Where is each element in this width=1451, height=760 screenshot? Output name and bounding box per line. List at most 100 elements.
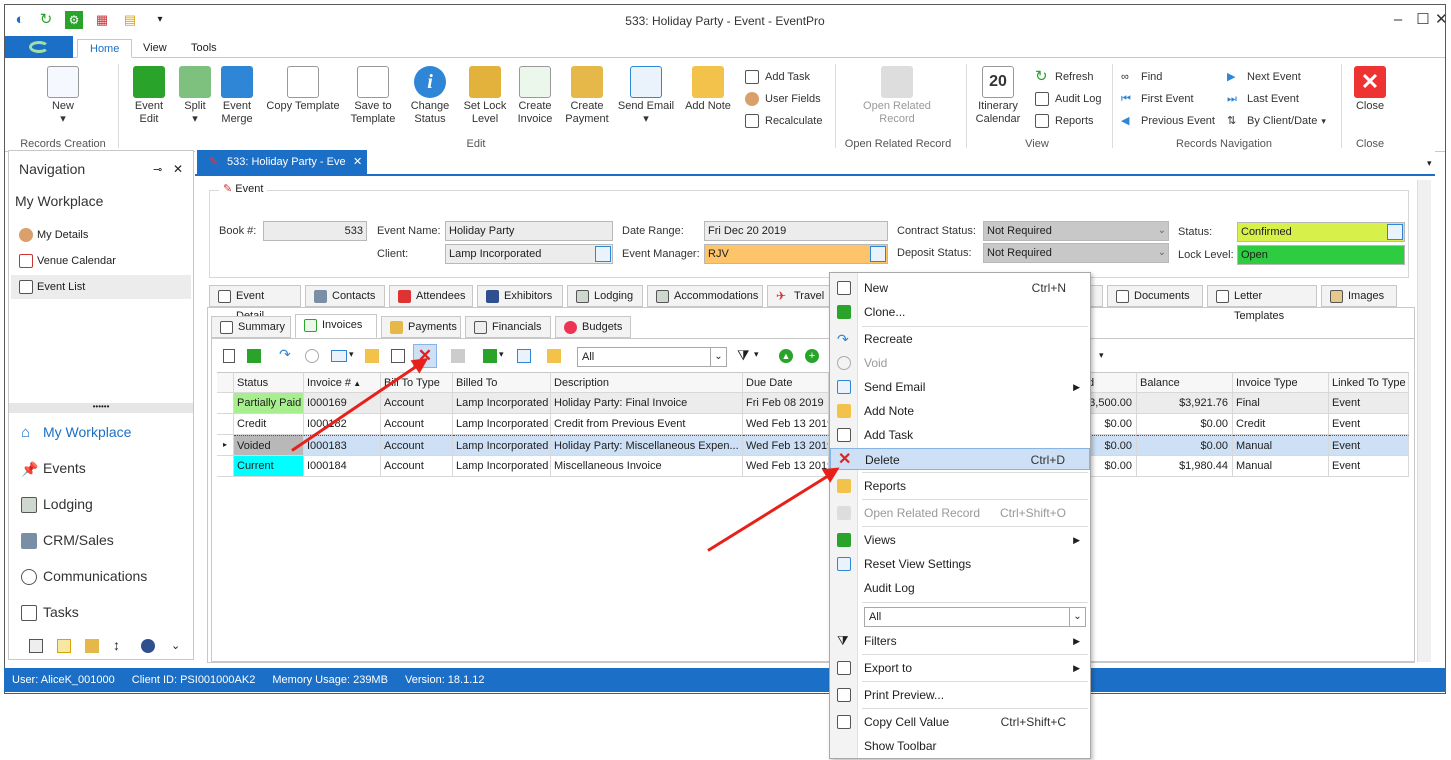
audit-log-icon[interactable]: [547, 349, 561, 363]
calculator-icon[interactable]: [29, 639, 43, 653]
refresh-button[interactable]: ↻ Refresh: [1035, 68, 1094, 86]
save-to-template-button[interactable]: Save to Template: [349, 66, 397, 126]
tab-travel[interactable]: ✈ Travel: [767, 285, 831, 307]
lookup-icon[interactable]: [870, 246, 886, 262]
reset-view-icon[interactable]: [517, 349, 531, 363]
note-icon[interactable]: [365, 349, 379, 363]
note-icon[interactable]: [57, 639, 71, 653]
task-icon[interactable]: [391, 349, 405, 363]
tab-accommodations[interactable]: Accommodations: [647, 285, 763, 307]
menu-item-void[interactable]: Void: [830, 352, 1090, 374]
tab-letter-templates[interactable]: Letter Templates: [1207, 285, 1317, 322]
filter-icon[interactable]: ⧩: [737, 347, 750, 364]
views-icon[interactable]: [483, 349, 497, 363]
contract-status-select[interactable]: Not Required ⌄: [983, 221, 1169, 241]
lookup-icon[interactable]: [1387, 224, 1403, 240]
tab-invoices[interactable]: Invoices: [295, 314, 377, 338]
tab-event-detail[interactable]: Event Detail: [209, 285, 301, 322]
date-range-field[interactable]: Fri Dec 20 2019: [704, 221, 888, 241]
globe-icon[interactable]: [141, 639, 155, 653]
filter-select[interactable]: All ⌄: [577, 347, 727, 367]
add-circle-icon[interactable]: +: [805, 349, 819, 363]
pin-icon[interactable]: ⊸: [153, 163, 162, 176]
new-button[interactable]: New ▾: [41, 66, 85, 126]
change-status-button[interactable]: i Change Status: [407, 66, 453, 126]
column-header[interactable]: Due Date: [743, 372, 829, 393]
menu-item-print-preview[interactable]: Print Preview...: [830, 684, 1090, 706]
tab-financials[interactable]: Financials: [465, 316, 551, 338]
tab-payments[interactable]: Payments: [381, 316, 461, 338]
column-header[interactable]: Linked To Type: [1329, 372, 1409, 393]
event-manager-field[interactable]: RJV: [704, 244, 888, 264]
reports-button[interactable]: Reports: [1035, 112, 1094, 130]
tab-attendees[interactable]: Attendees: [389, 285, 473, 307]
tab-view[interactable]: View: [131, 39, 179, 58]
menu-item-open-related-record[interactable]: Open Related Record Ctrl+Shift+O: [830, 502, 1090, 524]
minimize-button[interactable]: –: [1386, 11, 1410, 29]
recalculate-button[interactable]: Recalculate: [745, 112, 822, 130]
create-invoice-button[interactable]: Create Invoice: [513, 66, 557, 126]
client-field[interactable]: Lamp Incorporated: [445, 244, 613, 264]
column-header[interactable]: Billed To: [453, 372, 551, 393]
table-row[interactable]: Partially Paid I000169 Account Lamp Incorpo…: [217, 393, 1409, 414]
column-header[interactable]: d: [1085, 372, 1137, 393]
tab-home[interactable]: Home: [77, 39, 133, 58]
tab-budgets[interactable]: Budgets: [555, 316, 631, 338]
new-icon[interactable]: [223, 349, 235, 363]
nav-item-my-details[interactable]: My Details: [11, 223, 191, 247]
clone-icon[interactable]: [247, 349, 261, 363]
first-event-button[interactable]: ⏮ First Event: [1121, 90, 1194, 108]
reports-icon[interactable]: [451, 349, 465, 363]
tab-exhibitors[interactable]: Exhibitors: [477, 285, 563, 307]
move-up-icon[interactable]: ▲: [779, 349, 793, 363]
deposit-status-select[interactable]: Not Required ⌄: [983, 243, 1169, 263]
sort-icon[interactable]: ↕: [113, 637, 120, 653]
nav-lodging[interactable]: Lodging: [11, 489, 93, 519]
splitter-handle[interactable]: ••••••: [9, 403, 193, 413]
recreate-icon[interactable]: ↷: [279, 346, 291, 363]
payment-icon[interactable]: [85, 639, 99, 653]
menu-item-add-note[interactable]: Add Note: [830, 400, 1090, 422]
dropdown-arrow[interactable]: ▾: [349, 349, 354, 360]
dropdown-arrow[interactable]: ▾: [499, 349, 504, 360]
menu-item-filters[interactable]: ⧩ Filters ▶: [830, 630, 1090, 652]
document-tab[interactable]: ✎ 533: Holiday Party - Eve ✕: [197, 150, 367, 174]
previous-event-button[interactable]: ◀ Previous Event: [1121, 112, 1215, 130]
tab-summary[interactable]: Summary: [211, 316, 291, 338]
event-merge-button[interactable]: Event Merge: [217, 66, 257, 126]
menu-item-reset-view-settings[interactable]: Reset View Settings: [830, 553, 1090, 575]
menu-filter-select[interactable]: All ⌄: [864, 607, 1086, 627]
find-button[interactable]: ∞ Find: [1121, 68, 1162, 86]
create-payment-button[interactable]: Create Payment: [563, 66, 611, 126]
add-note-button[interactable]: Add Note: [683, 66, 733, 113]
table-row[interactable]: ▸ Voided I000183 Account Lamp Incorporated Ho…: [217, 435, 1409, 456]
tab-contacts[interactable]: Contacts: [305, 285, 385, 307]
set-lock-level-button[interactable]: Set Lock Level: [461, 66, 509, 126]
menu-item-clone[interactable]: Clone...: [830, 301, 1090, 323]
envelope-icon[interactable]: [331, 350, 347, 362]
split-button[interactable]: Split ▾: [175, 66, 215, 126]
column-header[interactable]: Invoice Type: [1233, 372, 1329, 393]
nav-crm-sales[interactable]: CRM/Sales: [11, 525, 114, 555]
copy-template-button[interactable]: Copy Template: [263, 66, 343, 113]
open-related-record-button[interactable]: Open Related Record: [855, 66, 939, 126]
column-header[interactable]: Invoice # ▲: [304, 372, 381, 393]
menu-item-show-toolbar[interactable]: Show Toolbar: [830, 735, 1090, 757]
menu-item-send-email[interactable]: Send Email ▶: [830, 376, 1090, 398]
maximize-button[interactable]: ☐: [1411, 11, 1435, 29]
menu-item-add-task[interactable]: Add Task: [830, 424, 1090, 446]
nav-events[interactable]: 📌 Events: [11, 453, 86, 483]
nav-item-event-list[interactable]: Event List: [11, 275, 191, 299]
tab-list-dropdown-icon[interactable]: ▾: [1427, 158, 1432, 169]
vertical-scrollbar[interactable]: [1417, 180, 1431, 662]
table-row[interactable]: CreditI000182AccountLamp IncorporatedCre…: [217, 414, 1409, 435]
menu-item-new[interactable]: New Ctrl+N: [830, 277, 1090, 299]
chevron-down-icon[interactable]: ⌄: [171, 639, 180, 652]
status-field[interactable]: Confirmed: [1237, 222, 1405, 242]
menu-item-copy-cell-value[interactable]: Copy Cell Value Ctrl+Shift+C: [830, 711, 1090, 733]
nav-item-venue-calendar[interactable]: Venue Calendar: [11, 249, 191, 273]
itinerary-calendar-button[interactable]: 20 Itinerary Calendar: [973, 66, 1023, 126]
close-window-button[interactable]: ✕: [1435, 11, 1448, 29]
nav-communications[interactable]: Communications: [11, 561, 147, 591]
event-name-field[interactable]: Holiday Party: [445, 221, 613, 241]
